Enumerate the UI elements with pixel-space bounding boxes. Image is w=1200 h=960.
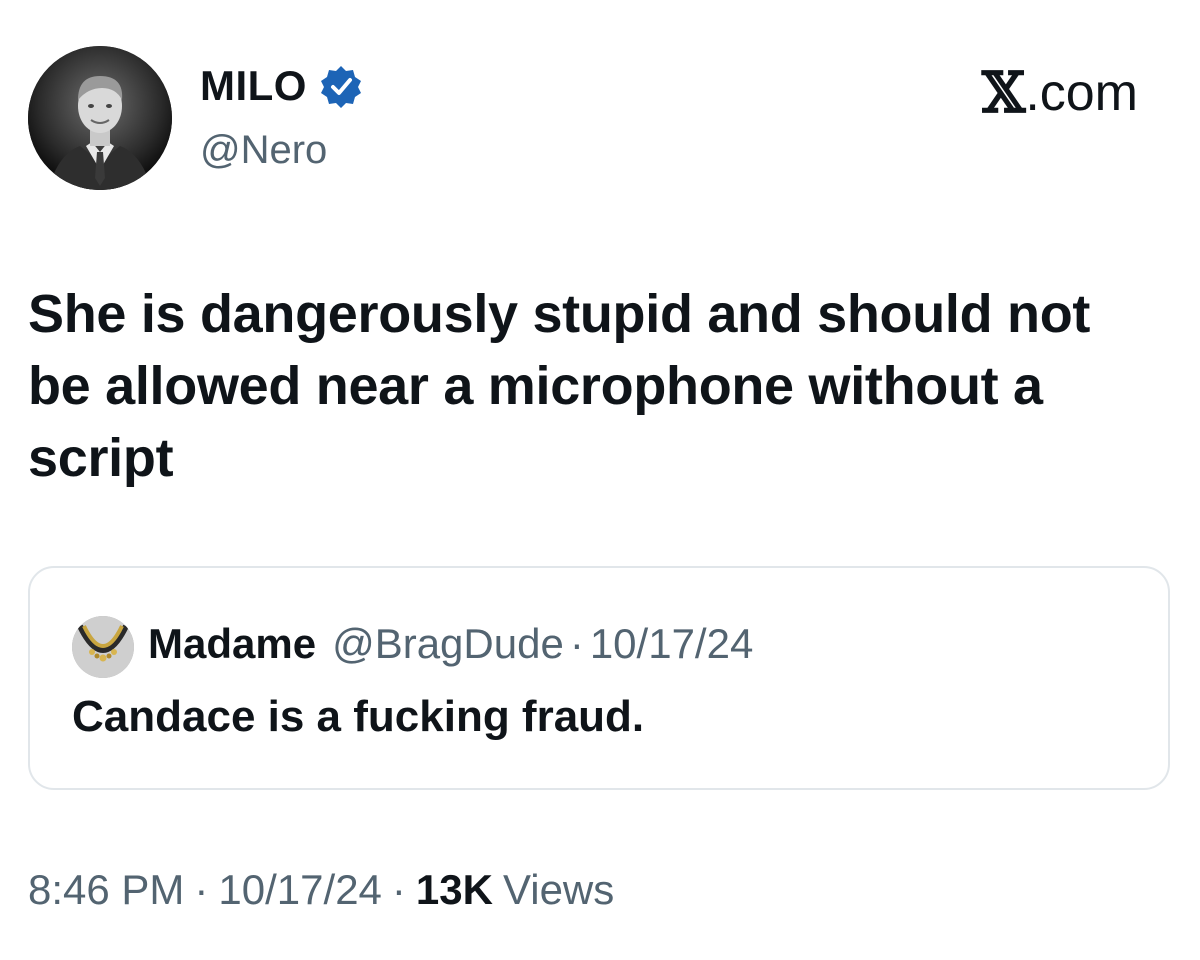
quote-tweet-card[interactable]: Madame @BragDude · 10/17/24 Candace is a… xyxy=(28,566,1170,790)
quote-author-avatar[interactable] xyxy=(72,616,134,678)
x-logo-icon: 𝕏 xyxy=(981,60,1026,126)
quote-display-name[interactable]: Madame xyxy=(148,620,316,668)
author-display-name[interactable]: MILO xyxy=(200,62,307,110)
views-label: Views xyxy=(502,866,615,913)
meta-separator: · xyxy=(391,866,406,913)
meta-separator: · xyxy=(194,866,209,913)
brand-suffix: .com xyxy=(1025,64,1138,122)
verified-badge-icon xyxy=(319,64,363,108)
tweet-meta: 8:46 PM · 10/17/24 · 13K Views xyxy=(28,866,614,914)
tweet-text: She is dangerously stupid and should not… xyxy=(28,284,1091,488)
author-handle[interactable]: @Nero xyxy=(200,128,327,173)
gold-chain-avatar-icon xyxy=(72,616,134,678)
quote-date[interactable]: 10/17/24 xyxy=(590,620,754,668)
views-count[interactable]: 13K xyxy=(416,866,493,914)
author-name-row: MILO xyxy=(200,62,363,110)
tweet-card: MILO @Nero 𝕏 .com She is dangerously stup… xyxy=(0,0,1200,960)
tweet-date[interactable]: 10/17/24 xyxy=(218,866,382,914)
tweet-time[interactable]: 8:46 PM xyxy=(28,866,184,914)
quote-separator: · xyxy=(569,620,584,667)
quote-text: Candace is a fucking fraud. xyxy=(72,692,645,741)
brand-logo: 𝕏 .com xyxy=(982,60,1138,126)
quote-header: Madame @BragDude · 10/17/24 xyxy=(148,620,753,668)
profile-photo-icon xyxy=(28,46,172,190)
quote-handle[interactable]: @BragDude xyxy=(332,620,564,668)
author-avatar[interactable] xyxy=(28,46,172,190)
